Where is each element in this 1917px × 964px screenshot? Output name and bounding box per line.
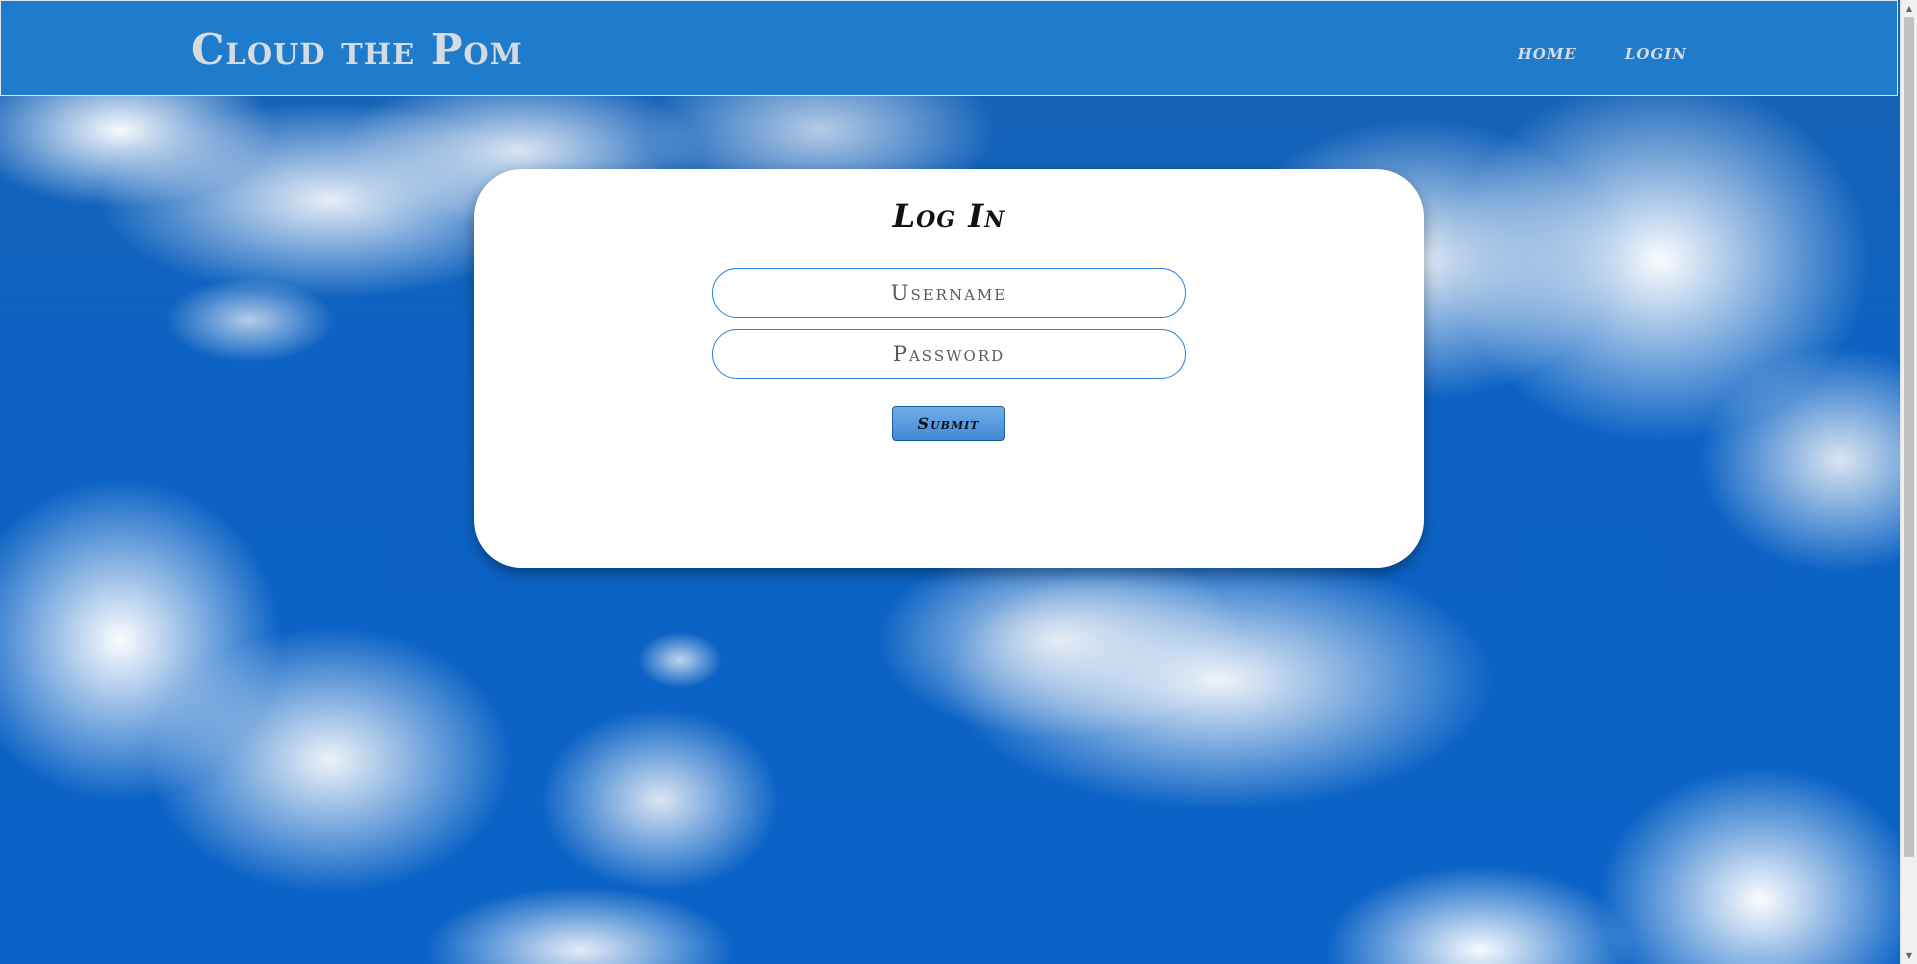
nav-home-link[interactable]: home <box>1518 39 1577 65</box>
nav-links: home login <box>1518 39 1687 65</box>
login-card: Log In Submit <box>474 169 1424 568</box>
scroll-up-arrow-icon[interactable]: ▲ <box>1901 0 1917 17</box>
site-brand[interactable]: Cloud the Pom <box>191 29 523 71</box>
password-input[interactable] <box>712 329 1186 379</box>
nav-login-link[interactable]: login <box>1625 39 1687 65</box>
username-input[interactable] <box>712 268 1186 318</box>
vertical-scrollbar[interactable]: ▲ ▼ <box>1900 0 1917 964</box>
scroll-thumb[interactable] <box>1904 17 1914 857</box>
submit-button[interactable]: Submit <box>892 406 1005 441</box>
scroll-down-arrow-icon[interactable]: ▼ <box>1901 947 1917 964</box>
login-title: Log In <box>892 197 1006 235</box>
page-viewport: Cloud the Pom home login Log In Submit <box>0 0 1900 964</box>
navbar: Cloud the Pom home login <box>0 0 1898 96</box>
